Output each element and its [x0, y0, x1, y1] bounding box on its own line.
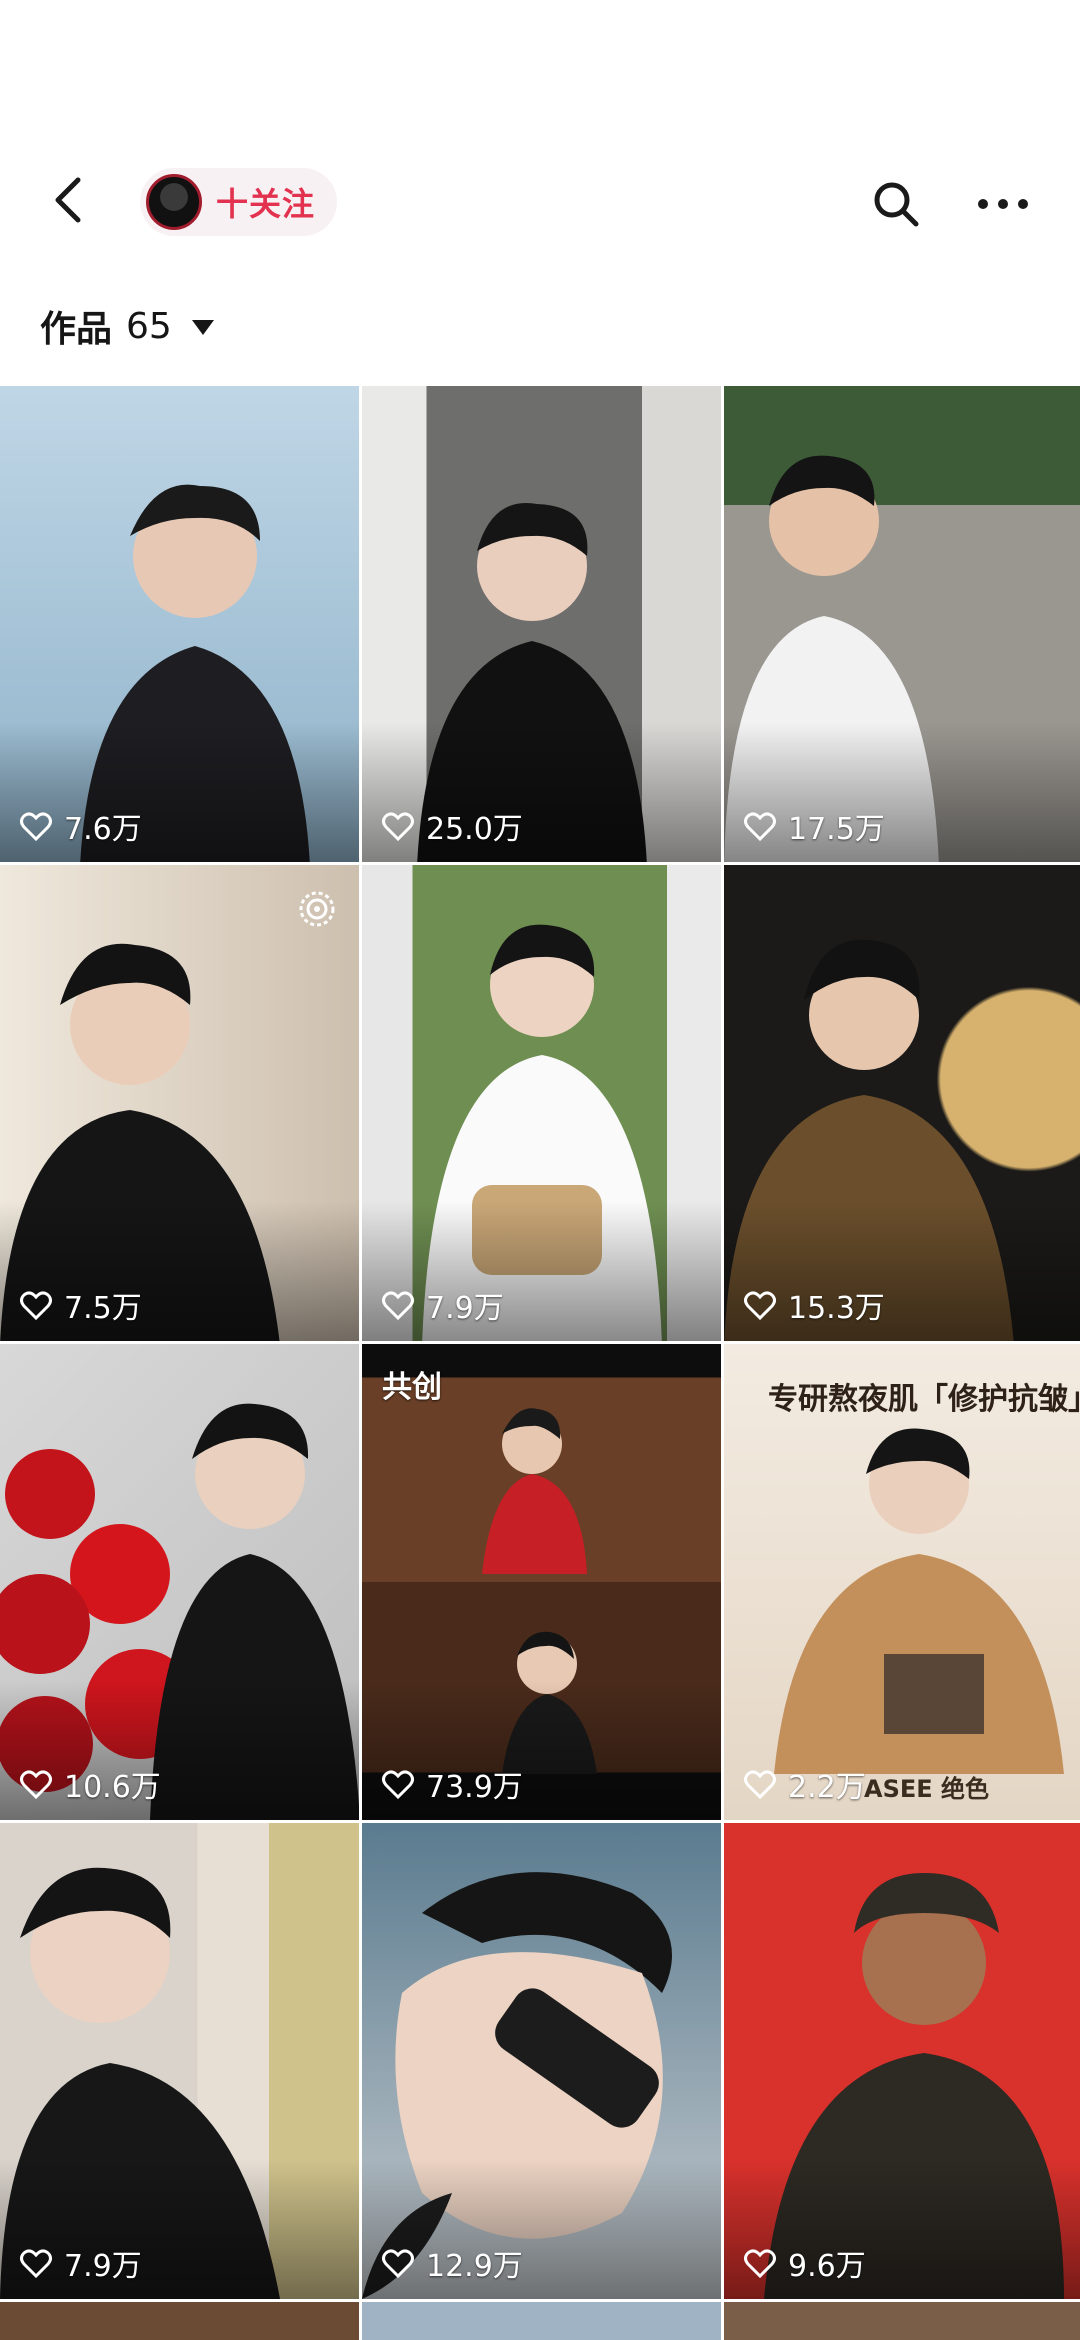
back-arrow-icon[interactable]	[40, 170, 100, 230]
video-thumbnail[interactable]: 9.6万	[724, 1823, 1080, 2299]
ad-thumbnail[interactable]: 专研熬夜肌「修护抗皱」 ASEE 绝色 2.2万	[724, 1344, 1080, 1820]
like-count: 17.5万	[742, 804, 885, 848]
ad-title: 专研熬夜肌「修护抗皱」	[768, 1382, 1080, 1417]
video-thumbnail[interactable]: 7.9万	[0, 1823, 359, 2299]
video-thumbnail[interactable]: 7.9万	[362, 865, 721, 1341]
like-count: 12.9万	[380, 2241, 523, 2285]
heart-icon	[382, 1291, 414, 1321]
heart-icon	[20, 1770, 52, 1800]
like-count: 25.0万	[380, 804, 523, 848]
search-icon[interactable]	[866, 174, 926, 234]
video-thumbnail[interactable]: 7.5万	[0, 865, 359, 1341]
works-label: 作品	[40, 309, 113, 350]
like-count-text: 7.9万	[426, 1291, 504, 1326]
video-thumbnail[interactable]	[724, 2302, 1080, 2340]
video-thumbnail[interactable]: 共创 73.9万	[362, 1344, 721, 1820]
like-count: 7.5万	[18, 1283, 142, 1327]
like-count-text: 17.5万	[788, 812, 885, 847]
follow-label: 十关注	[216, 185, 316, 223]
heart-icon	[20, 2249, 52, 2279]
heart-icon	[382, 1770, 414, 1800]
like-count-text: 25.0万	[426, 812, 523, 847]
live-icon	[299, 891, 335, 927]
like-count: 15.3万	[742, 1283, 885, 1327]
works-tab[interactable]: 作品 65	[40, 300, 214, 352]
like-count-text: 12.9万	[426, 2249, 523, 2284]
like-count: 9.6万	[742, 2241, 866, 2285]
like-count-text: 10.6万	[64, 1770, 161, 1805]
like-count-text: 7.5万	[64, 1291, 142, 1326]
heart-icon	[20, 812, 52, 842]
video-thumbnail[interactable]: 7.6万	[0, 386, 359, 862]
like-count: 10.6万	[18, 1762, 161, 1806]
video-thumbnail[interactable]	[0, 2302, 359, 2340]
works-count: 65	[126, 305, 172, 347]
avatar[interactable]	[146, 174, 202, 230]
heart-icon	[744, 812, 776, 842]
like-count-text: 2.2万	[788, 1770, 866, 1805]
video-thumbnail[interactable]	[362, 2302, 721, 2340]
heart-icon	[382, 2249, 414, 2279]
video-thumbnail[interactable]: 10.6万	[0, 1344, 359, 1820]
video-thumbnail[interactable]: 25.0万	[362, 386, 721, 862]
video-thumbnail[interactable]: 12.9万	[362, 1823, 721, 2299]
like-count-text: 7.9万	[64, 2249, 142, 2284]
heart-icon	[20, 1291, 52, 1321]
more-icon[interactable]	[975, 184, 1031, 224]
like-count: 73.9万	[380, 1762, 523, 1806]
heart-icon	[744, 1291, 776, 1321]
heart-icon	[382, 812, 414, 842]
works-grid: 7.6万 25.0万 17.5万 7.5万 7.9万 15.3万 10.6万 共…	[0, 386, 1080, 2340]
ad-brand: ASEE 绝色	[864, 1775, 990, 1803]
top-bar: 十关注 作品 65	[0, 0, 1080, 350]
like-count: 7.9万	[380, 1283, 504, 1327]
video-thumbnail[interactable]: 17.5万	[724, 386, 1080, 862]
heart-icon	[744, 2249, 776, 2279]
like-count: 7.9万	[18, 2241, 142, 2285]
like-count-text: 7.6万	[64, 812, 142, 847]
heart-icon	[744, 1770, 776, 1800]
like-count: 7.6万	[18, 804, 142, 848]
dropdown-triangle-icon	[191, 319, 214, 335]
like-count-text: 15.3万	[788, 1291, 885, 1326]
like-count: 2.2万	[742, 1762, 866, 1806]
like-count-text: 73.9万	[426, 1770, 523, 1805]
person-figure	[774, 1428, 1064, 1774]
like-count-text: 9.6万	[788, 2249, 866, 2284]
video-thumbnail[interactable]: 15.3万	[724, 865, 1080, 1341]
follow-button[interactable]: 十关注	[140, 168, 338, 236]
